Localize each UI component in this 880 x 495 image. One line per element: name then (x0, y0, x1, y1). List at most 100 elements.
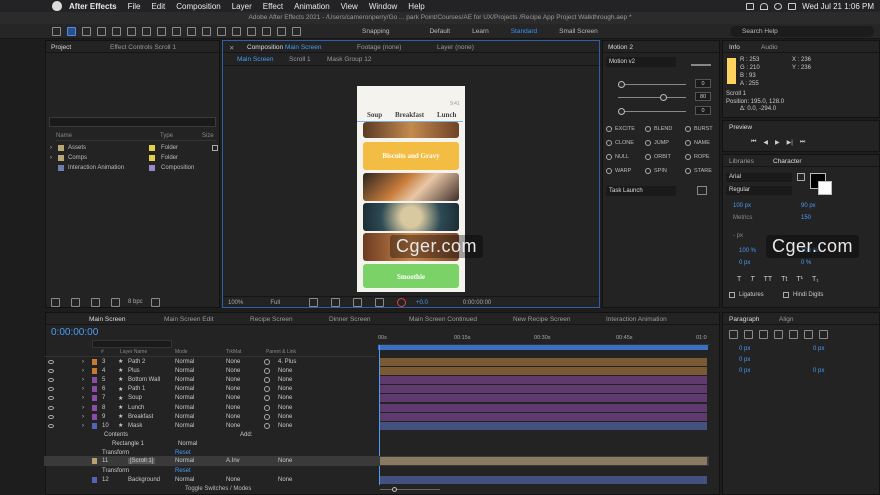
table-row[interactable]: › 9 ★ Breakfast Normal None None (44, 412, 370, 421)
tab-main-screen-edit[interactable]: Main Screen Edit (164, 316, 214, 323)
pen-tool-icon[interactable] (202, 26, 211, 36)
menu-animation[interactable]: Animation (294, 2, 330, 11)
slider-track-2[interactable] (618, 94, 686, 101)
eye-icon[interactable] (48, 359, 54, 364)
tab-dinner-screen[interactable]: Dinner Screen (329, 316, 371, 323)
slider-value-3[interactable]: 0 (695, 106, 711, 115)
label-swatch[interactable] (92, 395, 97, 402)
breadcrumb-mask-group[interactable]: Mask Group 12 (327, 56, 371, 63)
workspace-small-screen[interactable]: Small Screen (559, 28, 598, 35)
parent-pickwhip-icon[interactable] (264, 413, 270, 420)
chevron-right-icon[interactable]: › (82, 377, 84, 383)
layer-mode[interactable]: Normal (175, 386, 194, 392)
layer-duration-bar[interactable] (380, 457, 707, 465)
layer-mode[interactable]: Normal (175, 458, 194, 464)
motion-orbit-button[interactable]: ORBIT (645, 154, 671, 160)
label-swatch[interactable] (149, 154, 155, 161)
indent-left-value[interactable]: 0 px (739, 346, 750, 352)
label-swatch[interactable] (92, 422, 97, 429)
zoom-slider[interactable] (380, 487, 440, 492)
layer-mode[interactable]: Normal (175, 477, 194, 483)
parent-pickwhip-icon[interactable] (264, 404, 270, 411)
layer-duration-bar[interactable] (380, 403, 707, 412)
motion-clone-button[interactable]: CLONE (606, 140, 634, 146)
orbit-tool-icon[interactable] (112, 26, 121, 36)
layer-trkmat[interactable]: None (226, 359, 240, 365)
mask-visibility-icon[interactable] (353, 298, 363, 307)
layer-trkmat[interactable]: None (226, 405, 240, 411)
tsume-value[interactable]: 0 % (801, 260, 811, 266)
time-ruler[interactable]: 00s 00:15s 00:30s 00:45s 01:0 (378, 331, 710, 345)
eye-icon[interactable] (48, 377, 54, 382)
justify-all-icon[interactable] (819, 329, 828, 339)
all-caps-icon[interactable]: TT (764, 276, 773, 283)
motion-name-button[interactable]: NAME (685, 140, 710, 146)
first-frame-icon[interactable]: ⏮ (751, 139, 756, 146)
app-name[interactable]: After Effects (69, 2, 117, 11)
gear-icon[interactable] (697, 186, 707, 195)
interpret-footage-icon[interactable] (51, 297, 60, 307)
layer-parent[interactable]: None (278, 386, 292, 392)
slider-track-3[interactable] (618, 108, 686, 115)
layer-parent[interactable]: None (278, 377, 292, 383)
resolution-select[interactable]: Full (270, 300, 280, 306)
hand-tool-icon[interactable] (82, 26, 91, 36)
tab-align[interactable]: Align (779, 316, 793, 323)
motion-blend-button[interactable]: BLEND (645, 126, 672, 132)
col-trkmat[interactable]: TrkMat (226, 349, 241, 355)
spotlight-icon[interactable] (774, 2, 783, 10)
menu-layer[interactable]: Layer (232, 2, 252, 11)
tab-preview[interactable]: Preview (729, 124, 752, 131)
col-number[interactable]: # (101, 349, 104, 355)
subscript-icon[interactable]: T₁ (812, 276, 819, 283)
clone-tool-icon[interactable] (247, 26, 256, 36)
label-swatch[interactable] (92, 457, 97, 464)
chevron-right-icon[interactable]: › (82, 423, 84, 429)
space-after-value[interactable]: 0 px (813, 368, 824, 374)
chevron-right-icon[interactable]: › (50, 145, 52, 151)
layer-parent[interactable]: None (278, 423, 292, 429)
layer-mode[interactable]: Normal (175, 423, 194, 429)
motion-spin-button[interactable]: SPIN (645, 168, 667, 174)
font-size-value[interactable]: 100 px (733, 203, 751, 209)
flowchart-icon[interactable] (212, 144, 218, 151)
wifi-icon[interactable] (760, 2, 769, 10)
work-area-bar[interactable] (378, 345, 708, 350)
roto-tool-icon[interactable] (277, 26, 286, 36)
column-size[interactable]: Size (202, 133, 214, 139)
list-item[interactable]: Interaction Animation Composition (50, 163, 215, 172)
layer-duration-bar[interactable] (380, 385, 707, 394)
new-comp-icon[interactable] (91, 297, 100, 307)
transform-row[interactable]: Transform Reset (44, 466, 370, 475)
layer-duration-bar[interactable] (380, 412, 707, 421)
layer-name[interactable]: Soup (128, 395, 142, 401)
table-row[interactable]: › 8 ★ Lunch Normal None None (44, 403, 370, 412)
brush-tool-icon[interactable] (232, 26, 241, 36)
layer-parent[interactable]: None (278, 395, 292, 401)
layer-name[interactable]: Bottom Wall (128, 377, 160, 383)
bit-depth[interactable]: 8 bpc (128, 299, 143, 305)
motion-excite-button[interactable]: EXCITE (606, 126, 635, 132)
col-mode[interactable]: Mode (175, 349, 188, 355)
apple-icon[interactable] (52, 1, 62, 11)
column-name[interactable]: Name (56, 133, 72, 139)
layer-parent[interactable]: None (278, 368, 292, 374)
layer-duration-bar[interactable] (380, 375, 707, 384)
layer-name[interactable]: Lunch (128, 405, 144, 411)
chevron-right-icon[interactable]: › (82, 368, 84, 374)
layer-trkmat[interactable]: None (226, 368, 240, 374)
chevron-right-icon[interactable]: › (50, 155, 52, 161)
rotate-tool-icon[interactable] (157, 26, 166, 36)
rectangle-tool-icon[interactable] (187, 26, 196, 36)
layer-trkmat[interactable]: A.Inv (226, 458, 240, 464)
table-row[interactable]: › 4 ★ Plus Normal None None (44, 366, 370, 375)
menu-window[interactable]: Window (369, 2, 397, 11)
play-icon[interactable]: ▶ (775, 139, 780, 146)
clock[interactable]: Wed Jul 21 1:06 PM (802, 2, 874, 11)
snapping-toggle[interactable]: Snapping (362, 28, 389, 35)
chevron-right-icon[interactable]: › (82, 386, 84, 392)
layer-name[interactable]: Breakfast (128, 414, 153, 420)
chevron-right-icon[interactable]: › (82, 395, 84, 401)
label-swatch[interactable] (92, 367, 97, 374)
slider-value-2[interactable]: 80 (695, 92, 711, 101)
